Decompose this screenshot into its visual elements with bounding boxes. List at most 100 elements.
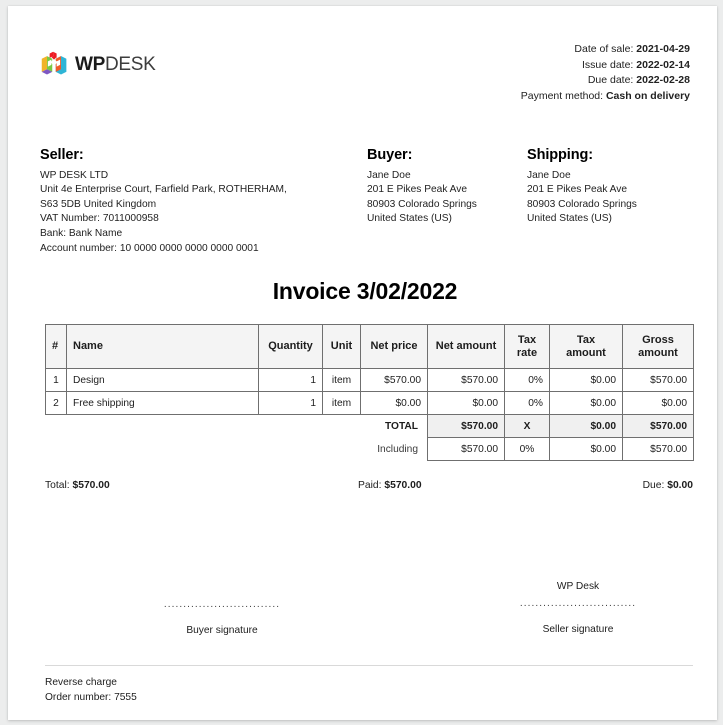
table-row: 1 Design 1 item $570.00 $570.00 0% $0.00… [45, 368, 694, 392]
buyer-signature-caption: Buyer signature [186, 625, 258, 636]
seller-signature-name: WP Desk [556, 581, 600, 592]
total-spacer [46, 415, 361, 438]
shipping-street: 201 E Pikes Peak Ave [527, 184, 628, 196]
seller-vat: VAT Number: 7011000958 [40, 213, 159, 225]
seller-signature-line: .............................. [519, 598, 637, 609]
col-header-quantity: Quantity [258, 324, 323, 369]
cell-name: Free shipping [66, 391, 259, 415]
including-tax-rate: 0% [504, 437, 550, 461]
shipping-heading: Shipping: [527, 147, 593, 163]
cell-gross-amount: $0.00 [622, 391, 694, 415]
seller-signature-caption: Seller signature [542, 624, 614, 635]
footer-order-number: Order number: 7555 [45, 692, 137, 703]
brand-name-bold: WP [75, 53, 106, 75]
wpdesk-cube-logo-icon [41, 51, 67, 75]
total-tax-amount: $0.00 [549, 414, 623, 438]
cell-net-amount: $570.00 [427, 368, 505, 392]
including-spacer [46, 438, 361, 461]
including-net-amount: $570.00 [427, 437, 505, 461]
total-gross-amount: $570.00 [622, 414, 694, 438]
cell-tax-rate: 0% [504, 391, 550, 415]
meta-due-date-label: Due date: [587, 74, 634, 86]
footer-divider [45, 665, 693, 666]
col-header-name: Name [66, 324, 259, 369]
brand-name-light: DESK [105, 53, 156, 75]
meta-date-of-sale-label: Date of sale: [574, 43, 634, 55]
buyer-street: 201 E Pikes Peak Ave [367, 184, 468, 196]
cell-net-amount: $0.00 [427, 391, 505, 415]
summary-total-value: $570.00 [72, 480, 110, 491]
invoice-header: WPDESK Date of sale: 2021-04-29 Issue da… [40, 42, 690, 104]
col-header-net-price: Net price [360, 324, 428, 369]
seller-bank: Bank: Bank Name [40, 227, 123, 239]
shipping-city: 80903 Colorado Springs [527, 198, 637, 210]
table-total-row: TOTAL $570.00 X $0.00 $570.00 [46, 414, 694, 438]
including-gross-amount: $570.00 [622, 437, 694, 461]
summary-due-label: Due: [642, 480, 665, 491]
cell-index: 1 [45, 368, 67, 392]
col-header-index: # [45, 324, 67, 369]
seller-account: Account number: 10 0000 0000 0000 0000 0… [40, 242, 259, 254]
summary-due-value: $0.00 [667, 480, 693, 491]
shipping-block: Shipping: Jane Doe 201 E Pikes Peak Ave … [527, 148, 687, 227]
meta-payment-method: Payment method: Cash on delivery [521, 89, 690, 105]
line-items-table: # Name Quantity Unit Net price Net amoun… [45, 324, 694, 461]
meta-issue-date-value: 2022-02-14 [636, 58, 690, 71]
buyer-signature-block: .............................. Buyer sig… [107, 599, 337, 636]
meta-payment-method-label: Payment method: [520, 89, 604, 102]
meta-due-date: Due date: 2022-02-28 [521, 73, 690, 89]
including-tax-amount: $0.00 [549, 437, 623, 461]
buyer-block: Buyer: Jane Doe 201 E Pikes Peak Ave 809… [367, 148, 517, 227]
cell-unit: item [322, 391, 361, 415]
table-header-row: # Name Quantity Unit Net price Net amoun… [45, 324, 694, 369]
meta-issue-date: Issue date: 2022-02-14 [521, 58, 690, 74]
meta-issue-date-label: Issue date: [581, 58, 634, 71]
meta-due-date-value: 2022-02-28 [636, 74, 690, 86]
summary-total: Total: $570.00 [45, 480, 110, 491]
including-label: Including [377, 443, 418, 455]
seller-block: Seller: WP DESK LTD Unit 4e Enterprise C… [40, 148, 340, 256]
buyer-heading: Buyer: [367, 147, 413, 163]
buyer-city: 80903 Colorado Springs [367, 198, 477, 210]
buyer-signature-line: .............................. [163, 599, 281, 610]
col-header-tax-amount: Tax amount [549, 324, 623, 369]
cell-quantity: 1 [258, 391, 323, 415]
table-row: 2 Free shipping 1 item $0.00 $0.00 0% $0… [45, 391, 694, 415]
meta-payment-method-value: Cash on delivery [605, 89, 690, 102]
cell-net-price: $0.00 [360, 391, 428, 415]
cell-tax-amount: $0.00 [549, 391, 623, 415]
cell-gross-amount: $570.00 [622, 368, 694, 392]
seller-company: WP DESK LTD [40, 169, 109, 181]
cell-unit: item [322, 368, 361, 392]
total-label: TOTAL [384, 420, 418, 432]
footer-reverse-charge: Reverse charge [45, 677, 117, 688]
signatures-section: .............................. Buyer sig… [45, 581, 693, 651]
meta-date-of-sale: Date of sale: 2021-04-29 [521, 42, 690, 58]
summary-paid-label: Paid: [358, 480, 382, 491]
col-header-net-amount: Net amount [427, 324, 505, 369]
seller-address: Unit 4e Enterprise Court, Farfield Park,… [40, 184, 287, 210]
meta-date-of-sale-value: 2021-04-29 [636, 43, 690, 55]
total-net-amount: $570.00 [427, 414, 505, 438]
cell-tax-amount: $0.00 [549, 368, 623, 392]
shipping-country: United States (US) [527, 213, 612, 225]
total-tax-rate: X [504, 414, 550, 438]
cell-index: 2 [45, 391, 67, 415]
line-items-table-wrapper: # Name Quantity Unit Net price Net amoun… [45, 324, 694, 461]
table-including-row: Including $570.00 0% $0.00 $570.00 [46, 437, 694, 461]
seller-heading: Seller: [40, 147, 84, 163]
col-header-unit: Unit [322, 324, 361, 369]
summary-paid: Paid: $570.00 [358, 480, 422, 491]
cell-tax-rate: 0% [504, 368, 550, 392]
invoice-meta: Date of sale: 2021-04-29 Issue date: 202… [521, 42, 690, 104]
invoice-footer: Reverse charge Order number: 7555 [45, 675, 693, 705]
cell-quantity: 1 [258, 368, 323, 392]
summary-total-label: Total: [45, 480, 70, 491]
cell-name: Design [66, 368, 259, 392]
buyer-country: United States (US) [367, 213, 452, 225]
summary-paid-value: $570.00 [384, 480, 422, 491]
seller-signature-block: WP Desk .............................. S… [463, 581, 693, 635]
buyer-name: Jane Doe [367, 169, 411, 181]
page-title: Invoice 3/02/2022 [272, 278, 458, 304]
cell-net-price: $570.00 [360, 368, 428, 392]
